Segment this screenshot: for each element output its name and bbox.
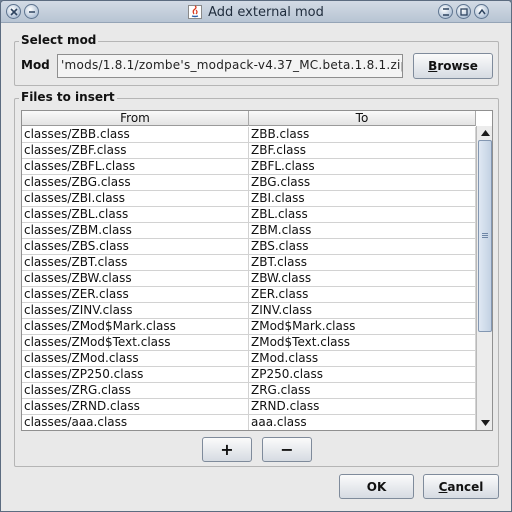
cell-from[interactable]: classes/aaa.class — [22, 415, 249, 430]
title-bar[interactable]: Add external mod — [1, 1, 511, 23]
cell-to[interactable]: ZBL.class — [249, 207, 476, 222]
arrow-up-icon — [480, 130, 490, 136]
table-row[interactable]: classes/ZMod$Text.class ZMod$Text.class — [22, 335, 476, 351]
scroll-down-button[interactable] — [477, 416, 492, 430]
window-title: Add external mod — [208, 4, 324, 20]
table-row[interactable]: classes/ZBI.class ZBI.class — [22, 191, 476, 207]
arrow-down-icon — [480, 420, 490, 426]
scroll-thumb[interactable] — [478, 140, 492, 332]
table-row[interactable]: classes/ZBS.class ZBS.class — [22, 239, 476, 255]
table-row[interactable]: classes/ZBB.class ZBB.class — [22, 127, 476, 143]
maximize-icon — [478, 8, 486, 15]
cell-from[interactable]: classes/ZBL.class — [22, 207, 249, 222]
cell-from[interactable]: classes/ZBFL.class — [22, 159, 249, 174]
ok-button[interactable]: OK — [339, 474, 414, 499]
files-table: From To classes/ZBB.class ZBB.class classe… — [21, 110, 493, 431]
select-mod-legend: Select mod — [19, 33, 99, 47]
cell-from[interactable]: classes/ZBS.class — [22, 239, 249, 254]
table-row[interactable]: classes/ZBT.class ZBT.class — [22, 255, 476, 271]
mod-label: Mod — [21, 58, 50, 72]
cell-to[interactable]: ZER.class — [249, 287, 476, 302]
java-app-icon — [188, 5, 203, 19]
cell-to[interactable]: ZMod.class — [249, 351, 476, 366]
cancel-button[interactable]: Cancel — [423, 474, 499, 499]
table-row[interactable]: classes/ZMod.class ZMod.class — [22, 351, 476, 367]
maximize-button[interactable] — [474, 4, 489, 19]
cell-to[interactable]: aaa.class — [249, 415, 476, 430]
cell-to[interactable]: ZBFL.class — [249, 159, 476, 174]
browse-button-label: Browse — [428, 59, 478, 73]
shade-button[interactable] — [438, 4, 453, 19]
grip-line — [482, 235, 488, 236]
cell-to[interactable]: ZP250.class — [249, 367, 476, 382]
table-row[interactable]: classes/ZINV.class ZINV.class — [22, 303, 476, 319]
table-row[interactable]: classes/ZBW.class ZBW.class — [22, 271, 476, 287]
grip-line — [482, 237, 488, 238]
table-header: From To — [22, 111, 476, 126]
restore-icon — [460, 8, 468, 16]
cell-from[interactable]: classes/ZBF.class — [22, 143, 249, 158]
title-area: Add external mod — [1, 1, 511, 23]
table-row[interactable]: classes/ZBL.class ZBL.class — [22, 207, 476, 223]
shade-icon — [443, 8, 449, 16]
cell-from[interactable]: classes/ZMod$Text.class — [22, 335, 249, 350]
vertical-scrollbar[interactable] — [476, 126, 492, 430]
table-row[interactable]: classes/ZP250.class ZP250.class — [22, 367, 476, 383]
browse-button[interactable]: Browse — [413, 53, 493, 79]
cell-from[interactable]: classes/ZER.class — [22, 287, 249, 302]
grip-line — [482, 233, 488, 234]
table-row[interactable]: classes/ZBF.class ZBF.class — [22, 143, 476, 159]
cell-to[interactable]: ZRND.class — [249, 399, 476, 414]
mod-path-field[interactable]: 'mods/1.8.1/zombe's_modpack-v4.37_MC.bet… — [57, 54, 403, 78]
cell-to[interactable]: ZBM.class — [249, 223, 476, 238]
cell-to[interactable]: ZINV.class — [249, 303, 476, 318]
plus-icon: + — [220, 440, 234, 459]
restore-button[interactable] — [456, 4, 471, 19]
add-file-button[interactable]: + — [202, 437, 252, 462]
cell-to[interactable]: ZBG.class — [249, 175, 476, 190]
cell-from[interactable]: classes/ZBW.class — [22, 271, 249, 286]
scroll-up-button[interactable] — [477, 126, 492, 140]
column-header-to[interactable]: To — [249, 111, 476, 126]
remove-file-button[interactable]: − — [262, 437, 312, 462]
table-row[interactable]: classes/ZBG.class ZBG.class — [22, 175, 476, 191]
cell-from[interactable]: classes/ZBT.class — [22, 255, 249, 270]
table-row[interactable]: classes/ZRG.class ZRG.class — [22, 383, 476, 399]
cell-to[interactable]: ZBW.class — [249, 271, 476, 286]
table-row[interactable]: classes/aaa.class aaa.class — [22, 415, 476, 430]
cell-to[interactable]: ZBI.class — [249, 191, 476, 206]
table-body: classes/ZBB.class ZBB.class classes/ZBF.cl… — [22, 127, 476, 430]
cancel-button-label: Cancel — [438, 479, 484, 494]
cell-from[interactable]: classes/ZBB.class — [22, 127, 249, 142]
ok-button-label: OK — [366, 479, 387, 494]
table-row[interactable]: classes/ZMod$Mark.class ZMod$Mark.class — [22, 319, 476, 335]
minus-icon: − — [280, 440, 294, 459]
cell-from[interactable]: classes/ZBG.class — [22, 175, 249, 190]
cell-to[interactable]: ZMod$Mark.class — [249, 319, 476, 334]
column-header-from[interactable]: From — [22, 111, 249, 126]
table-row[interactable]: classes/ZBM.class ZBM.class — [22, 223, 476, 239]
cell-from[interactable]: classes/ZBM.class — [22, 223, 249, 238]
table-row[interactable]: classes/ZRND.class ZRND.class — [22, 399, 476, 415]
table-row[interactable]: classes/ZER.class ZER.class — [22, 287, 476, 303]
cell-from[interactable]: classes/ZMod.class — [22, 351, 249, 366]
table-row[interactable]: classes/ZBFL.class ZBFL.class — [22, 159, 476, 175]
cell-to[interactable]: ZRG.class — [249, 383, 476, 398]
cell-to[interactable]: ZBF.class — [249, 143, 476, 158]
cell-from[interactable]: classes/ZINV.class — [22, 303, 249, 318]
cell-to[interactable]: ZBS.class — [249, 239, 476, 254]
files-to-insert-legend: Files to insert — [19, 90, 117, 104]
cell-to[interactable]: ZBB.class — [249, 127, 476, 142]
cell-from[interactable]: classes/ZMod$Mark.class — [22, 319, 249, 334]
cell-from[interactable]: classes/ZBI.class — [22, 191, 249, 206]
add-external-mod-dialog: Add external mod Select mod Mod 'mods/1.… — [0, 0, 512, 512]
cell-from[interactable]: classes/ZP250.class — [22, 367, 249, 382]
cell-to[interactable]: ZMod$Text.class — [249, 335, 476, 350]
cell-from[interactable]: classes/ZRND.class — [22, 399, 249, 414]
cell-to[interactable]: ZBT.class — [249, 255, 476, 270]
cell-from[interactable]: classes/ZRG.class — [22, 383, 249, 398]
